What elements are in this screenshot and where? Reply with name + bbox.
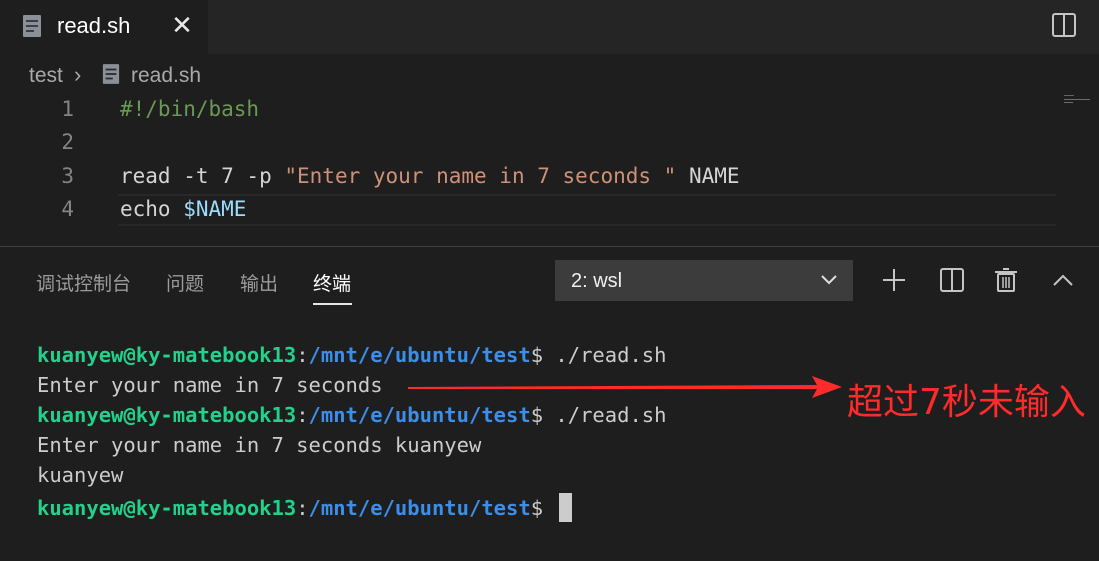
terminal-prompt-line: kuanyew@ky-matebook13:/mnt/e/ubuntu/test… — [37, 403, 666, 433]
terminal-prompt-line: kuanyew@ky-matebook13:/mnt/e/ubuntu/test… — [37, 343, 666, 373]
tab-label: read.sh — [57, 13, 131, 38]
code-text: echo $NAME — [120, 197, 246, 221]
code-token: $NAME — [183, 197, 247, 221]
terminal-output-line: Enter your name in 7 seconds — [37, 373, 383, 397]
code-text: #!/bin/bash — [120, 97, 259, 121]
active-tab-indicator — [313, 303, 352, 305]
code-token: #!/bin/bash — [120, 97, 260, 121]
terminal-select-value: 2: wsl — [571, 270, 623, 292]
split-editor-icon[interactable] — [1051, 12, 1077, 38]
breadcrumb-folder[interactable]: test — [29, 64, 63, 88]
new-terminal-icon[interactable] — [881, 267, 907, 293]
annotation-text: 超过7秒未输入 — [847, 382, 1086, 423]
tab-problems[interactable]: 问题 — [166, 269, 204, 296]
chevron-up-icon[interactable] — [1050, 267, 1076, 293]
shell-file-icon — [23, 15, 41, 37]
prompt-dollar: $ — [530, 496, 544, 520]
terminal-prompt-line: kuanyew@ky-matebook13:/mnt/e/ubuntu/test… — [37, 493, 573, 523]
terminal-command: ./read.sh — [543, 403, 667, 427]
prompt-user: kuanyew@ky-matebook13 — [37, 343, 297, 367]
chevron-down-icon — [821, 275, 837, 285]
prompt-colon: : — [296, 343, 309, 367]
prompt-path: /mnt/e/ubuntu/test — [308, 496, 531, 520]
prompt-dollar: $ — [530, 343, 544, 367]
prompt-path: /mnt/e/ubuntu/test — [308, 343, 531, 367]
tab-terminal[interactable]: 终端 — [313, 269, 351, 296]
line-number: 2 — [61, 130, 74, 154]
code-text: read -t 7 -p "Enter your name in 7 secon… — [120, 164, 740, 188]
prompt-colon: : — [296, 403, 309, 427]
terminal-output-line: Enter your name in 7 seconds kuanyew — [37, 433, 482, 457]
code-line: 1 #!/bin/bash — [0, 94, 1060, 126]
prompt-path: /mnt/e/ubuntu/test — [308, 403, 531, 427]
tab-debug-console[interactable]: 调试控制台 — [36, 269, 131, 296]
chevron-right-icon: › — [74, 62, 82, 87]
code-token: read -t 7 -p — [120, 164, 285, 188]
tab-output[interactable]: 输出 — [240, 269, 278, 296]
line-number: 3 — [61, 164, 74, 188]
terminal-cursor — [559, 493, 573, 522]
minimap[interactable] — [1064, 94, 1090, 104]
prompt-dollar: $ — [530, 403, 544, 427]
terminal-output-line: kuanyew — [37, 463, 124, 487]
terminal-command — [543, 496, 555, 520]
terminal-command: ./read.sh — [543, 343, 667, 367]
prompt-user: kuanyew@ky-matebook13 — [37, 403, 297, 427]
code-token: echo — [120, 197, 184, 221]
line-number: 4 — [61, 197, 74, 221]
shell-file-icon — [102, 64, 120, 84]
tab-bar: read.sh ✕ — [0, 0, 1099, 54]
code-token: "Enter your name in 7 seconds " — [284, 164, 677, 188]
split-terminal-icon[interactable] — [939, 267, 965, 293]
code-line: 3 read -t 7 -p "Enter your name in 7 sec… — [0, 161, 1060, 193]
close-icon[interactable]: ✕ — [169, 10, 195, 40]
prompt-colon: : — [296, 496, 309, 520]
code-line: 4 echo $NAME — [0, 194, 1060, 226]
annotation-arrow-icon — [408, 376, 842, 398]
tab-read-sh[interactable]: read.sh ✕ — [0, 0, 208, 54]
code-line: 2 — [0, 127, 1060, 159]
breadcrumb-file[interactable]: read.sh — [131, 64, 201, 88]
breadcrumb: test › read.sh — [0, 54, 1099, 94]
terminal-select[interactable]: 2: wsl — [555, 260, 853, 301]
code-editor[interactable]: 1 #!/bin/bash 2 3 read -t 7 -p "Enter yo… — [0, 94, 1099, 244]
trash-icon[interactable] — [993, 267, 1019, 293]
prompt-user: kuanyew@ky-matebook13 — [37, 496, 297, 520]
line-number: 1 — [61, 97, 74, 121]
code-token: NAME — [676, 164, 740, 188]
